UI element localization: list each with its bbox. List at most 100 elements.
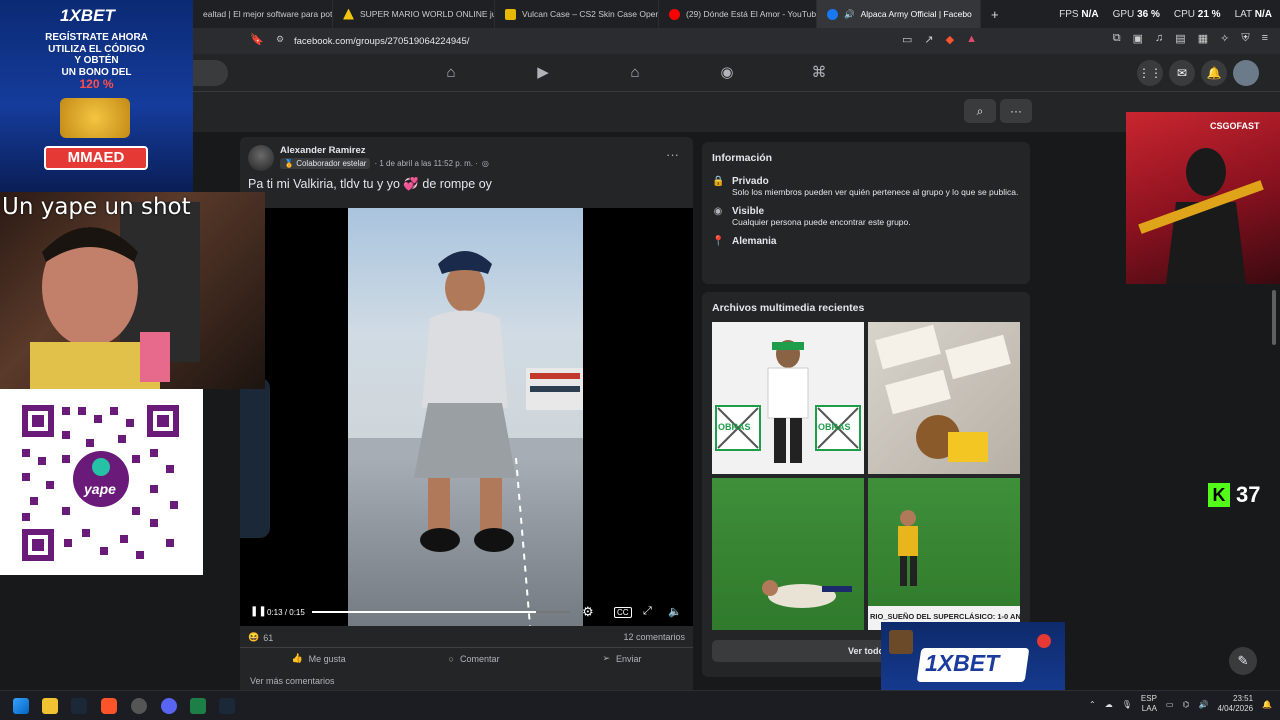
send-icon: ➢	[602, 653, 611, 663]
search-box[interactable]	[193, 60, 228, 86]
promo-code: MMAED	[44, 146, 148, 170]
captions-icon[interactable]: CC	[614, 607, 632, 618]
video-left-object	[240, 378, 270, 538]
network-icon[interactable]: ⌬	[1182, 700, 1189, 709]
cpu-stat: CPU 21 %	[1173, 8, 1221, 20]
bookmark-icon[interactable]: 🔖	[250, 33, 264, 46]
screenshot-icon[interactable]: ▣	[1133, 32, 1143, 45]
contributor-badge: 🏅 Colaborador estelar	[280, 158, 371, 169]
post-time[interactable]: · 1 de abril a las 11:52 p. m. ·	[374, 159, 477, 168]
media-thumb-1[interactable]: OBRAS OBRAS	[712, 322, 864, 474]
share-icon[interactable]: ↗	[924, 33, 933, 46]
system-tray: ⌃ ☁ 🎙 ESP LAA ▭ ⌬ 🔊 23:51 4/04/2026 🔔	[1089, 694, 1272, 714]
pause-icon[interactable]: ❚❚	[250, 606, 267, 617]
new-message-button[interactable]: ✎	[1229, 647, 1257, 675]
media-thumb-4[interactable]: RIO_SUEÑO DEL SUPERCLÁSICO: 1-0 ANTE A	[868, 478, 1020, 630]
sidebar-icon[interactable]: ▤	[1175, 32, 1185, 45]
marketplace-icon[interactable]: ⌂	[626, 64, 644, 82]
gaming-icon[interactable]: ⌘	[810, 64, 828, 82]
video-frame	[348, 208, 583, 626]
video-player[interactable]: ❚❚ 0:13 / 0:15 ⚙ CC ⤢ 🔈	[240, 208, 693, 626]
video-icon[interactable]: ▶	[534, 64, 552, 82]
tab-ealtad[interactable]: ealtad | El mejor software para pote	[193, 0, 333, 28]
menu-grid-icon[interactable]: ⋮⋮	[1137, 60, 1163, 86]
group-search-icon[interactable]: ⌕	[964, 99, 996, 123]
reaction-count: 61	[263, 632, 274, 643]
clock[interactable]: 23:51 4/04/2026	[1217, 694, 1253, 714]
new-tab-button[interactable]: +	[981, 0, 1009, 28]
tab-facebook[interactable]: 🔊 Alpaca Army Official | Facebo ✕	[817, 0, 981, 28]
post-meta: 🏅 Colaborador estelar · 1 de abril a las…	[280, 158, 489, 169]
media-thumb-3[interactable]	[712, 478, 864, 630]
volume-tray-icon[interactable]: 🔊	[1198, 700, 1208, 709]
more-comments-link[interactable]: Ver más comentarios	[250, 676, 335, 686]
file-explorer-icon[interactable]	[42, 698, 58, 714]
discord-icon[interactable]	[161, 698, 177, 714]
ad-line: UTILIZA EL CÓDIGO	[48, 43, 145, 55]
extensions-icon[interactable]: ⧉	[1113, 32, 1121, 45]
like-button[interactable]: 👍 Me gusta	[291, 653, 345, 664]
tab-vulcan-case[interactable]: Vulcan Case – CS2 Skin Case Openin	[495, 0, 659, 28]
ad-banner-right: CSGOFAST	[1126, 112, 1280, 284]
settings-icon[interactable]: ⚙	[582, 604, 594, 620]
post-options-icon[interactable]: ···	[666, 147, 679, 162]
music-icon[interactable]: ♫	[1155, 32, 1163, 45]
eye-icon: ◉	[713, 206, 723, 218]
windows-start-icon[interactable]	[13, 698, 29, 714]
group-more-icon[interactable]: ···	[1000, 99, 1032, 123]
fullscreen-icon[interactable]: ⤢	[643, 605, 652, 618]
vpn-icon[interactable]: ⛨	[1241, 32, 1249, 45]
leo-icon[interactable]: ✧	[1220, 32, 1229, 45]
clock-date: 4/04/2026	[1217, 704, 1254, 713]
mic-icon[interactable]: 🎙	[1122, 700, 1132, 709]
send-button[interactable]: ➢ Enviar	[602, 653, 641, 664]
video-progress-bar[interactable]	[312, 611, 570, 613]
info-row-privacy: 🔒 Privado Solo los miembros pueden ver q…	[712, 176, 1020, 198]
onedrive-icon[interactable]: ☁	[1105, 700, 1113, 709]
media-thumb-2[interactable]	[868, 322, 1020, 474]
wallet-icon[interactable]: ▦	[1198, 32, 1208, 45]
volume-icon[interactable]: 🔈	[668, 605, 682, 618]
menu-icon[interactable]: ≡	[1262, 32, 1268, 45]
url-field[interactable]: ⚙ facebook.com/groups/270519064224945/	[272, 31, 992, 51]
tab-label: Alpaca Army Official | Facebo	[860, 9, 972, 19]
excel-icon[interactable]	[190, 698, 206, 714]
ad-banner-left: 1XBET REGÍSTRATE AHORA UTILIZA EL CÓDIGO…	[0, 0, 193, 192]
site-settings-icon[interactable]: ⚙	[276, 34, 284, 45]
tab-youtube[interactable]: (29) Dónde Está El Amor - YouTube	[659, 0, 817, 28]
steam-icon[interactable]	[219, 698, 235, 714]
brave-shield-icon[interactable]: ◆	[946, 33, 954, 46]
keyboard-language[interactable]: ESP LAA	[1141, 694, 1157, 714]
yape-logo: yape	[84, 481, 116, 497]
video-person	[348, 251, 583, 626]
profile-avatar[interactable]	[1233, 60, 1259, 86]
post-author[interactable]: Alexander Ramirez	[280, 145, 366, 156]
clock-time: 23:51	[1233, 694, 1254, 703]
groups-icon[interactable]: ◉	[718, 64, 736, 82]
home-icon[interactable]: ⌂	[442, 64, 460, 82]
comments-count[interactable]: 12 comentarios	[623, 632, 685, 642]
ad-right-art	[1138, 148, 1264, 284]
lock-icon: 🔒	[712, 176, 725, 187]
reactions-summary[interactable]: 😆 61	[248, 632, 273, 643]
cast-icon[interactable]: ▭	[902, 33, 912, 46]
tab-mario[interactable]: SUPER MARIO WORLD ONLINE juega	[333, 0, 495, 28]
region-code: LAA	[1141, 704, 1157, 713]
author-avatar[interactable]	[248, 145, 274, 171]
steam-icon[interactable]	[71, 698, 87, 714]
vulcan-icon	[505, 8, 516, 20]
tab-label: SUPER MARIO WORLD ONLINE juega	[360, 9, 494, 19]
chevron-up-icon[interactable]: ⌃	[1089, 700, 1096, 709]
notifications-tray-icon[interactable]: 🔔	[1262, 700, 1272, 709]
thumb-text: OBRAS	[818, 422, 851, 432]
page-scrollbar[interactable]	[1272, 290, 1276, 345]
brave-rewards-icon[interactable]: ▲	[966, 33, 977, 46]
obs-icon[interactable]	[131, 698, 147, 714]
messenger-icon[interactable]: ✉	[1169, 60, 1195, 86]
monitor-icon[interactable]: ▭	[1166, 700, 1174, 709]
notifications-icon[interactable]: 🔔	[1201, 60, 1227, 86]
comment-button[interactable]: ○ Comentar	[449, 654, 500, 664]
brave-icon[interactable]	[101, 698, 117, 714]
media-thumb-4-art	[868, 510, 1020, 630]
performance-overlay: FPS N/A GPU 36 % CPU 21 % LAT N/A	[1059, 0, 1272, 28]
